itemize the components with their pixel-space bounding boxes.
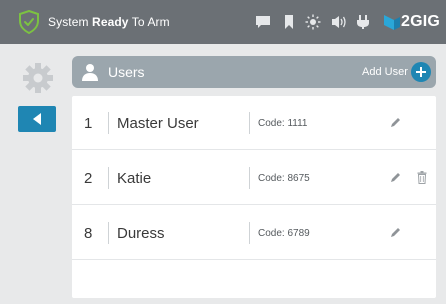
divider <box>249 112 250 134</box>
volume-icon[interactable] <box>331 14 349 30</box>
user-code: Code: 1111 <box>258 118 308 129</box>
user-number: 2 <box>84 170 93 187</box>
divider <box>249 167 250 189</box>
user-row[interactable]: 8 Duress Code: 6789 <box>72 206 436 260</box>
trash-icon[interactable] <box>417 171 427 184</box>
add-user-label[interactable]: Add User <box>362 66 408 78</box>
message-icon[interactable] <box>255 14 271 30</box>
divider <box>249 222 250 244</box>
user-code: Code: 6789 <box>258 228 310 239</box>
user-code: Code: 8675 <box>258 173 310 184</box>
user-row[interactable]: 2 Katie Code: 8675 <box>72 151 436 205</box>
brand-name: 2GIG <box>401 13 441 30</box>
gear-icon[interactable] <box>22 62 54 94</box>
add-user-button[interactable] <box>411 62 431 82</box>
divider <box>108 222 109 244</box>
back-arrow-icon <box>33 113 41 125</box>
divider <box>108 112 109 134</box>
pencil-icon[interactable] <box>389 227 401 239</box>
shield-check-icon <box>19 10 39 34</box>
page-title: Users <box>108 64 145 80</box>
user-icon <box>82 64 98 81</box>
user-name: Katie <box>117 170 152 187</box>
divider <box>108 167 109 189</box>
back-button[interactable] <box>18 106 56 132</box>
user-list: 1 Master User Code: 1111 2 Katie Code: 8… <box>72 96 436 298</box>
user-number: 8 <box>84 225 93 242</box>
users-header: Users Add User <box>72 56 436 88</box>
plus-icon <box>416 67 426 77</box>
pencil-icon[interactable] <box>389 117 401 129</box>
user-row[interactable]: 1 Master User Code: 1111 <box>72 96 436 150</box>
plug-icon[interactable] <box>356 14 370 30</box>
user-number: 1 <box>84 115 93 132</box>
system-status-text: System Ready To Arm <box>48 15 170 29</box>
status-bar: System Ready To Arm 2GIG <box>0 0 446 44</box>
bookmark-icon[interactable] <box>283 14 295 30</box>
user-name: Duress <box>117 225 165 242</box>
user-name: Master User <box>117 115 199 132</box>
pencil-icon[interactable] <box>389 172 401 184</box>
sun-icon[interactable] <box>305 14 321 30</box>
